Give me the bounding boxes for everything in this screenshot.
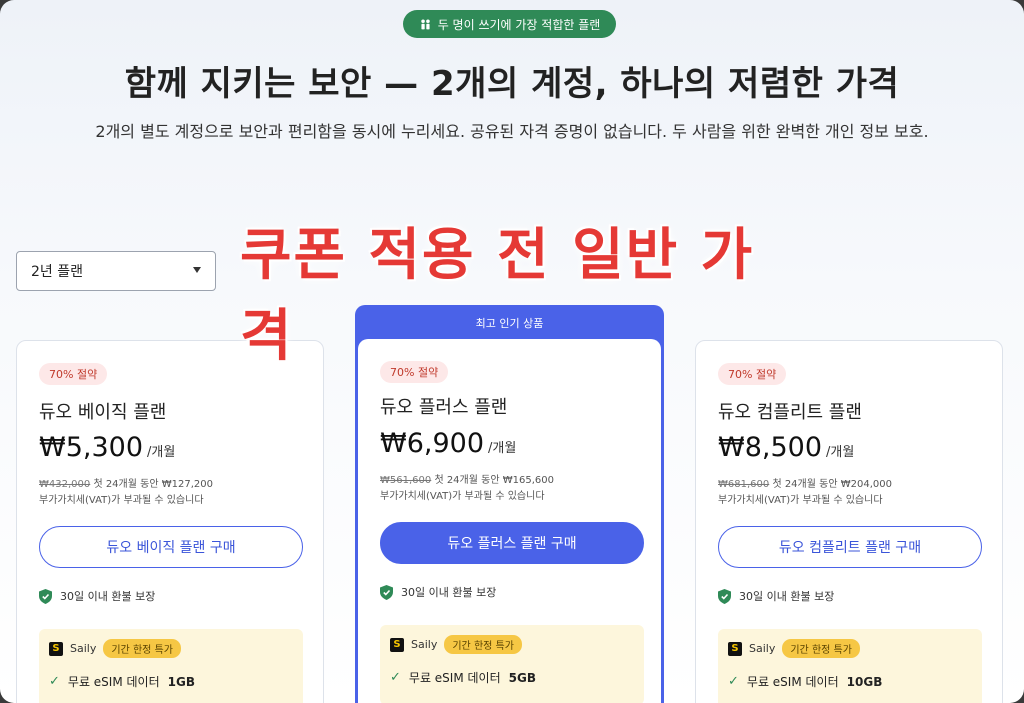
promo-tag: 기간 한정 특가 (103, 639, 181, 658)
esim-feature: ✓ 무료 eSIM 데이터 1GB (49, 673, 195, 690)
plan-price: ₩5,300 /개월 (39, 432, 175, 463)
page: 두 명이 쓰기에 가장 적합한 플랜 함께 지키는 보안 — 2개의 계정, 하… (0, 0, 1024, 703)
price-amount: ₩6,900 (380, 428, 484, 459)
badge-label: 두 명이 쓰기에 가장 적합한 플랜 (437, 17, 601, 32)
best-for-two-badge: 두 명이 쓰기에 가장 적합한 플랜 (403, 10, 616, 38)
saily-promo: S Saily 기간 한정 특가 ✓ 무료 eSIM 데이터 10GB (718, 629, 982, 703)
original-price: ₩561,600 (380, 475, 432, 486)
page-subtitle: 2개의 별도 계정으로 보안과 편리함을 동시에 누리세요. 공유된 자격 증명… (95, 122, 929, 141)
esim-feature: ✓ 무료 eSIM 데이터 10GB (728, 673, 882, 690)
guarantee-label: 30일 이내 환불 보장 (739, 590, 835, 603)
saily-promo: S Saily 기간 한정 특가 ✓ 무료 eSIM 데이터 1GB (39, 629, 303, 703)
price-detail: ₩432,000 첫 24개월 동안 ₩127,200 (39, 475, 213, 490)
plan-price: ₩8,500 /개월 (718, 432, 854, 463)
plan-card-plus: 70% 절약 듀오 플러스 플랜 ₩6,900 /개월 ₩561,600 첫 2… (358, 339, 661, 703)
money-back-guarantee: 30일 이내 환불 보장 (39, 588, 155, 604)
period-note: 첫 24개월 동안 (772, 479, 838, 490)
plan-name: 듀오 컴플리트 플랜 (718, 402, 862, 423)
price-amount: ₩8,500 (718, 432, 822, 463)
promo-brand: Saily (70, 642, 97, 655)
check-icon: ✓ (49, 674, 60, 689)
buy-plus-button[interactable]: 듀오 플러스 플랜 구매 (380, 522, 644, 564)
buy-basic-button[interactable]: 듀오 베이직 플랜 구매 (39, 526, 303, 568)
period-note: 첫 24개월 동안 (434, 475, 500, 486)
saily-logo-icon: S (390, 637, 404, 652)
guarantee-label: 30일 이내 환불 보장 (60, 590, 156, 603)
saily-logo-icon: S (49, 641, 63, 656)
guarantee-label: 30일 이내 환불 보장 (401, 586, 497, 599)
money-back-guarantee: 30일 이내 환불 보장 (380, 584, 496, 600)
vat-note: 부가가치세(VAT)가 부과될 수 있습니다 (718, 495, 883, 506)
vat-note: 부가가치세(VAT)가 부과될 수 있습니다 (39, 495, 204, 506)
shield-check-icon (380, 584, 393, 600)
vat-note: 부가가치세(VAT)가 부과될 수 있습니다 (380, 491, 545, 502)
price-period: /개월 (488, 441, 517, 456)
plan-name: 듀오 베이직 플랜 (39, 402, 167, 423)
discounted-total: ₩165,600 (502, 475, 554, 486)
plan-name: 듀오 플러스 플랜 (380, 397, 508, 418)
period-note: 첫 24개월 동안 (93, 479, 159, 490)
shield-check-icon (39, 588, 52, 604)
original-price: ₩681,600 (718, 479, 770, 490)
esim-amount: 1GB (167, 674, 195, 689)
plan-price: ₩6,900 /개월 (380, 428, 516, 459)
esim-amount: 5GB (508, 670, 536, 685)
buy-complete-button[interactable]: 듀오 컴플리트 플랜 구매 (718, 526, 982, 568)
money-back-guarantee: 30일 이내 환불 보장 (718, 588, 834, 604)
plan-duration-select[interactable]: 2년 플랜 (16, 251, 216, 291)
plan-duration-value: 2년 플랜 (31, 264, 83, 280)
original-price: ₩432,000 (39, 479, 91, 490)
discounted-total: ₩204,000 (840, 479, 892, 490)
discounted-total: ₩127,200 (161, 479, 213, 490)
saily-promo: S Saily 기간 한정 특가 ✓ 무료 eSIM 데이터 5GB (380, 625, 644, 703)
discount-badge: 70% 절약 (39, 363, 108, 385)
promo-tag: 기간 한정 특가 (782, 639, 860, 658)
page-title: 함께 지키는 보안 — 2개의 계정, 하나의 저렴한 가격 (124, 64, 900, 104)
check-icon: ✓ (728, 674, 739, 689)
people-icon (420, 18, 430, 29)
esim-label: 무료 eSIM 데이터 (67, 675, 160, 689)
price-period: /개월 (826, 445, 855, 460)
saily-logo-icon: S (728, 641, 742, 656)
esim-amount: 10GB (846, 674, 883, 689)
promo-tag: 기간 한정 특가 (444, 635, 522, 654)
check-icon: ✓ (390, 670, 401, 685)
shield-check-icon (718, 588, 731, 604)
price-period: /개월 (147, 445, 176, 460)
regular-price-overlay-text: 쿠폰 적용 전 일반 가격 (240, 223, 755, 369)
chevron-down-icon (193, 267, 201, 273)
esim-label: 무료 eSIM 데이터 (408, 671, 501, 685)
plan-card-complete: 70% 절약 듀오 컴플리트 플랜 ₩8,500 /개월 ₩681,600 첫 … (695, 340, 1003, 703)
promo-brand: Saily (411, 638, 438, 651)
plan-card-basic: 70% 절약 듀오 베이직 플랜 ₩5,300 /개월 ₩432,000 첫 2… (16, 340, 324, 703)
price-amount: ₩5,300 (39, 432, 143, 463)
price-detail: ₩681,600 첫 24개월 동안 ₩204,000 (718, 475, 892, 490)
esim-feature: ✓ 무료 eSIM 데이터 5GB (390, 669, 536, 686)
price-detail: ₩561,600 첫 24개월 동안 ₩165,600 (380, 471, 554, 486)
promo-brand: Saily (749, 642, 776, 655)
esim-label: 무료 eSIM 데이터 (746, 675, 839, 689)
